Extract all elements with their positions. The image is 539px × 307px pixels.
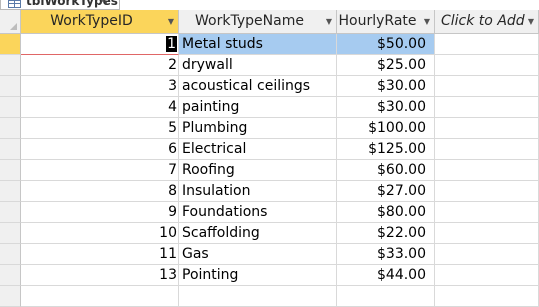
record-selector[interactable] [0,181,21,202]
dropdown-arrow-icon[interactable]: ▼ [424,10,430,33]
worktypename-cell[interactable]: Insulation [179,181,337,202]
record-selector[interactable] [0,97,21,118]
hourlyrate-cell[interactable]: $125.00 [337,139,435,160]
record-selector[interactable] [0,55,21,76]
worktypename-cell[interactable]: drywall [179,55,337,76]
record-selector[interactable] [0,160,21,181]
click-to-add-cell[interactable] [435,223,539,244]
worktypename-cell[interactable]: acoustical ceilings [179,76,337,97]
worktypeid-cell[interactable]: 6 [21,139,179,160]
worktypeid-cell[interactable]: 13 [21,265,179,286]
table-row[interactable]: 3 acoustical ceilings $30.00 [0,76,539,97]
worktypename-cell[interactable]: Scaffolding [179,223,337,244]
table-icon [8,0,21,8]
table-row-new[interactable] [0,286,539,307]
table-row[interactable]: 1 Metal studs $50.00 [0,34,539,55]
click-to-add-cell[interactable] [435,286,539,307]
click-to-add-cell[interactable] [435,34,539,55]
column-header-row: WorkTypeID ▼ WorkTypeName ▼ HourlyRate ▼… [0,10,539,34]
hourlyrate-cell[interactable]: $44.00 [337,265,435,286]
hourlyrate-cell[interactable]: $25.00 [337,55,435,76]
table-row[interactable]: 13 Pointing $44.00 [0,265,539,286]
click-to-add-cell[interactable] [435,160,539,181]
worktypeid-cell[interactable] [21,286,179,307]
click-to-add-cell[interactable] [435,76,539,97]
click-to-add-cell[interactable] [435,139,539,160]
worktypename-cell[interactable]: Roofing [179,160,337,181]
hourlyrate-cell[interactable]: $100.00 [337,118,435,139]
table-row[interactable]: 2 drywall $25.00 [0,55,539,76]
worktypeid-cell[interactable]: 1 [21,34,179,55]
column-header-label: WorkTypeID [50,13,133,29]
worktypeid-cell[interactable]: 11 [21,244,179,265]
record-selector[interactable] [0,76,21,97]
table-row[interactable]: 9 Foundations $80.00 [0,202,539,223]
hourlyrate-cell[interactable]: $22.00 [337,223,435,244]
record-selector[interactable] [0,265,21,286]
worktypename-cell[interactable]: painting [179,97,337,118]
click-to-add-cell[interactable] [435,181,539,202]
click-to-add-cell[interactable] [435,244,539,265]
hourlyrate-cell[interactable]: $30.00 [337,97,435,118]
worktypeid-cell[interactable]: 2 [21,55,179,76]
record-selector[interactable] [0,118,21,139]
hourlyrate-cell[interactable]: $27.00 [337,181,435,202]
worktypeid-cell[interactable]: 5 [21,118,179,139]
hourlyrate-cell[interactable]: $33.00 [337,244,435,265]
hourlyrate-cell[interactable]: $50.00 [337,34,435,55]
table-row[interactable]: 5 Plumbing $100.00 [0,118,539,139]
record-selector[interactable] [0,244,21,265]
table-row[interactable]: 11 Gas $33.00 [0,244,539,265]
worktypename-cell[interactable]: Metal studs [179,34,337,55]
click-to-add-cell[interactable] [435,202,539,223]
record-selector[interactable] [0,286,21,307]
column-header-click-to-add[interactable]: Click to Add ▼ [435,10,539,33]
table-tab[interactable]: tblWorkTypes × [0,0,120,10]
worktypename-cell[interactable] [179,286,337,307]
hourlyrate-cell[interactable]: $80.00 [337,202,435,223]
dropdown-arrow-icon[interactable]: ▼ [168,10,174,33]
column-header-worktypeid[interactable]: WorkTypeID ▼ [21,10,179,33]
column-header-label: WorkTypeName [195,13,304,29]
worktypename-cell[interactable]: Pointing [179,265,337,286]
click-to-add-cell[interactable] [435,97,539,118]
worktypeid-cell[interactable]: 8 [21,181,179,202]
record-selector[interactable] [0,223,21,244]
column-header-hourlyrate[interactable]: HourlyRate ▼ [337,10,435,33]
close-icon[interactable]: × [98,0,109,9]
hourlyrate-cell[interactable]: $60.00 [337,160,435,181]
hourlyrate-cell[interactable]: $30.00 [337,76,435,97]
click-to-add-cell[interactable] [435,265,539,286]
column-header-label: Click to Add [441,13,525,29]
table-row[interactable]: 8 Insulation $27.00 [0,181,539,202]
table-row[interactable]: 6 Electrical $125.00 [0,139,539,160]
click-to-add-cell[interactable] [435,118,539,139]
record-selector[interactable] [0,34,21,55]
table-row[interactable]: 4 painting $30.00 [0,97,539,118]
select-all-corner[interactable] [0,10,21,33]
worktypename-cell[interactable]: Electrical [179,139,337,160]
worktypeid-cell[interactable]: 7 [21,160,179,181]
worktypename-cell[interactable]: Foundations [179,202,337,223]
column-header-worktypename[interactable]: WorkTypeName ▼ [179,10,337,33]
click-to-add-cell[interactable] [435,55,539,76]
table-row[interactable]: 10 Scaffolding $22.00 [0,223,539,244]
worktypeid-cell[interactable]: 10 [21,223,179,244]
column-header-label: HourlyRate [338,13,417,29]
worktypeid-cell[interactable]: 4 [21,97,179,118]
worktypename-cell[interactable]: Gas [179,244,337,265]
worktypename-cell[interactable]: Plumbing [179,118,337,139]
record-selector[interactable] [0,139,21,160]
hourlyrate-cell[interactable] [337,286,435,307]
worktypeid-cell[interactable]: 3 [21,76,179,97]
record-selector[interactable] [0,202,21,223]
worktypeid-cell[interactable]: 9 [21,202,179,223]
dropdown-arrow-icon[interactable]: ▼ [528,10,534,33]
dropdown-arrow-icon[interactable]: ▼ [326,10,332,33]
table-row[interactable]: 7 Roofing $60.00 [0,160,539,181]
